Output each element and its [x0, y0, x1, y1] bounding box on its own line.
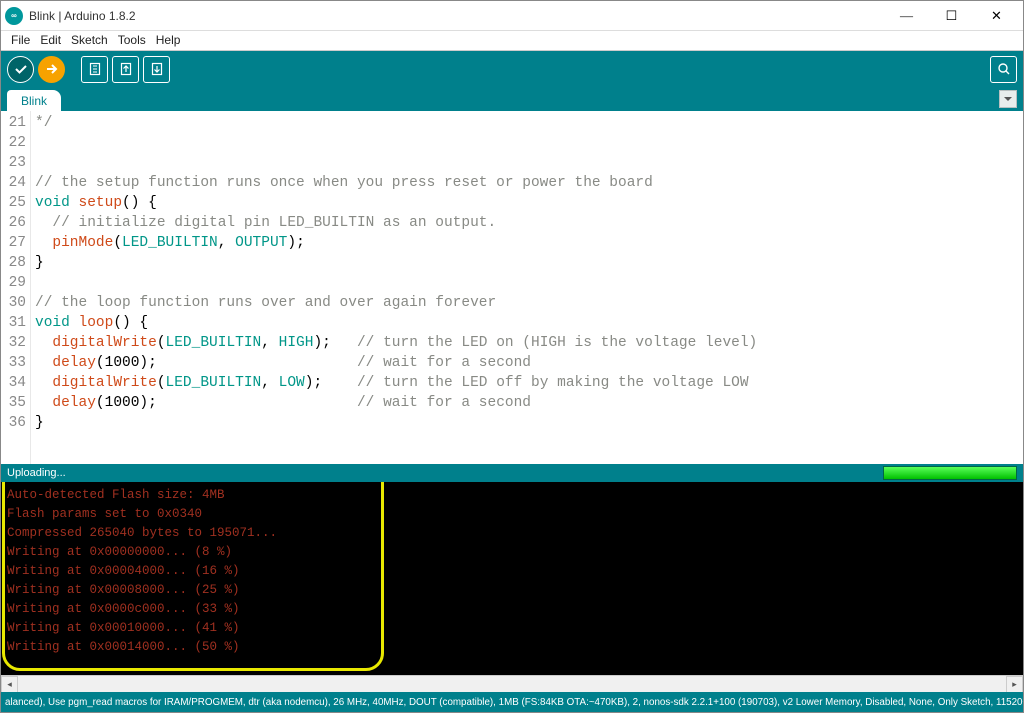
horizontal-scrollbar[interactable]: ◂ ▸: [1, 675, 1023, 692]
line-gutter: 21222324252627282930313233343536: [1, 111, 31, 464]
console-line: Writing at 0x00010000... (41 %): [7, 619, 1017, 638]
maximize-button[interactable]: ☐: [929, 2, 974, 30]
status-bar: Uploading...: [1, 464, 1023, 482]
close-button[interactable]: ✕: [974, 2, 1019, 30]
window-titlebar: ∞ Blink | Arduino 1.8.2 — ☐ ✕: [1, 1, 1023, 31]
window-controls: — ☐ ✕: [884, 2, 1019, 30]
scroll-track[interactable]: [18, 676, 1006, 692]
console-line: Writing at 0x00000000... (8 %): [7, 543, 1017, 562]
menu-help[interactable]: Help: [152, 33, 185, 48]
verify-button[interactable]: [7, 56, 34, 83]
menu-bar: File Edit Sketch Tools Help: [1, 31, 1023, 51]
toolbar: [1, 51, 1023, 87]
menu-edit[interactable]: Edit: [36, 33, 65, 48]
console-line: Flash params set to 0x0340: [7, 505, 1017, 524]
status-text: Uploading...: [7, 467, 66, 479]
console-line: Writing at 0x00008000... (25 %): [7, 581, 1017, 600]
scroll-left-button[interactable]: ◂: [1, 676, 18, 693]
chevron-down-icon: [1003, 94, 1013, 104]
output-console[interactable]: Auto-detected Flash size: 4MBFlash param…: [1, 482, 1023, 675]
board-status-text: alanced), Use pgm_read macros for IRAM/P…: [5, 697, 1023, 708]
minimize-button[interactable]: —: [884, 2, 929, 30]
arrow-up-icon: [119, 62, 133, 76]
magnifier-icon: [997, 62, 1011, 76]
console-line: Writing at 0x00004000... (16 %): [7, 562, 1017, 581]
board-status-bar: alanced), Use pgm_read macros for IRAM/P…: [1, 692, 1023, 712]
console-line: Compressed 265040 bytes to 195071...: [7, 524, 1017, 543]
code-editor[interactable]: 21222324252627282930313233343536 */ // t…: [1, 111, 1023, 464]
menu-file[interactable]: File: [7, 33, 34, 48]
upload-progress-bar: [883, 466, 1017, 480]
check-icon: [14, 62, 28, 76]
arduino-app-icon: ∞: [5, 7, 23, 25]
scroll-right-button[interactable]: ▸: [1006, 676, 1023, 693]
console-line: Writing at 0x00014000... (50 %): [7, 638, 1017, 657]
console-line: Auto-detected Flash size: 4MB: [7, 486, 1017, 505]
new-button[interactable]: [81, 56, 108, 83]
tab-menu-button[interactable]: [999, 90, 1017, 108]
tab-bar: Blink: [1, 87, 1023, 111]
arrow-down-icon: [150, 62, 164, 76]
console-line: Writing at 0x0000c000... (33 %): [7, 600, 1017, 619]
upload-button[interactable]: [38, 56, 65, 83]
open-button[interactable]: [112, 56, 139, 83]
code-area[interactable]: */ // the setup function runs once when …: [31, 111, 1023, 464]
tab-blink[interactable]: Blink: [7, 90, 61, 111]
save-button[interactable]: [143, 56, 170, 83]
menu-tools[interactable]: Tools: [114, 33, 150, 48]
window-title: Blink | Arduino 1.8.2: [29, 9, 884, 23]
arrow-right-icon: [45, 62, 59, 76]
serial-monitor-button[interactable]: [990, 56, 1017, 83]
file-icon: [88, 62, 102, 76]
menu-sketch[interactable]: Sketch: [67, 33, 112, 48]
